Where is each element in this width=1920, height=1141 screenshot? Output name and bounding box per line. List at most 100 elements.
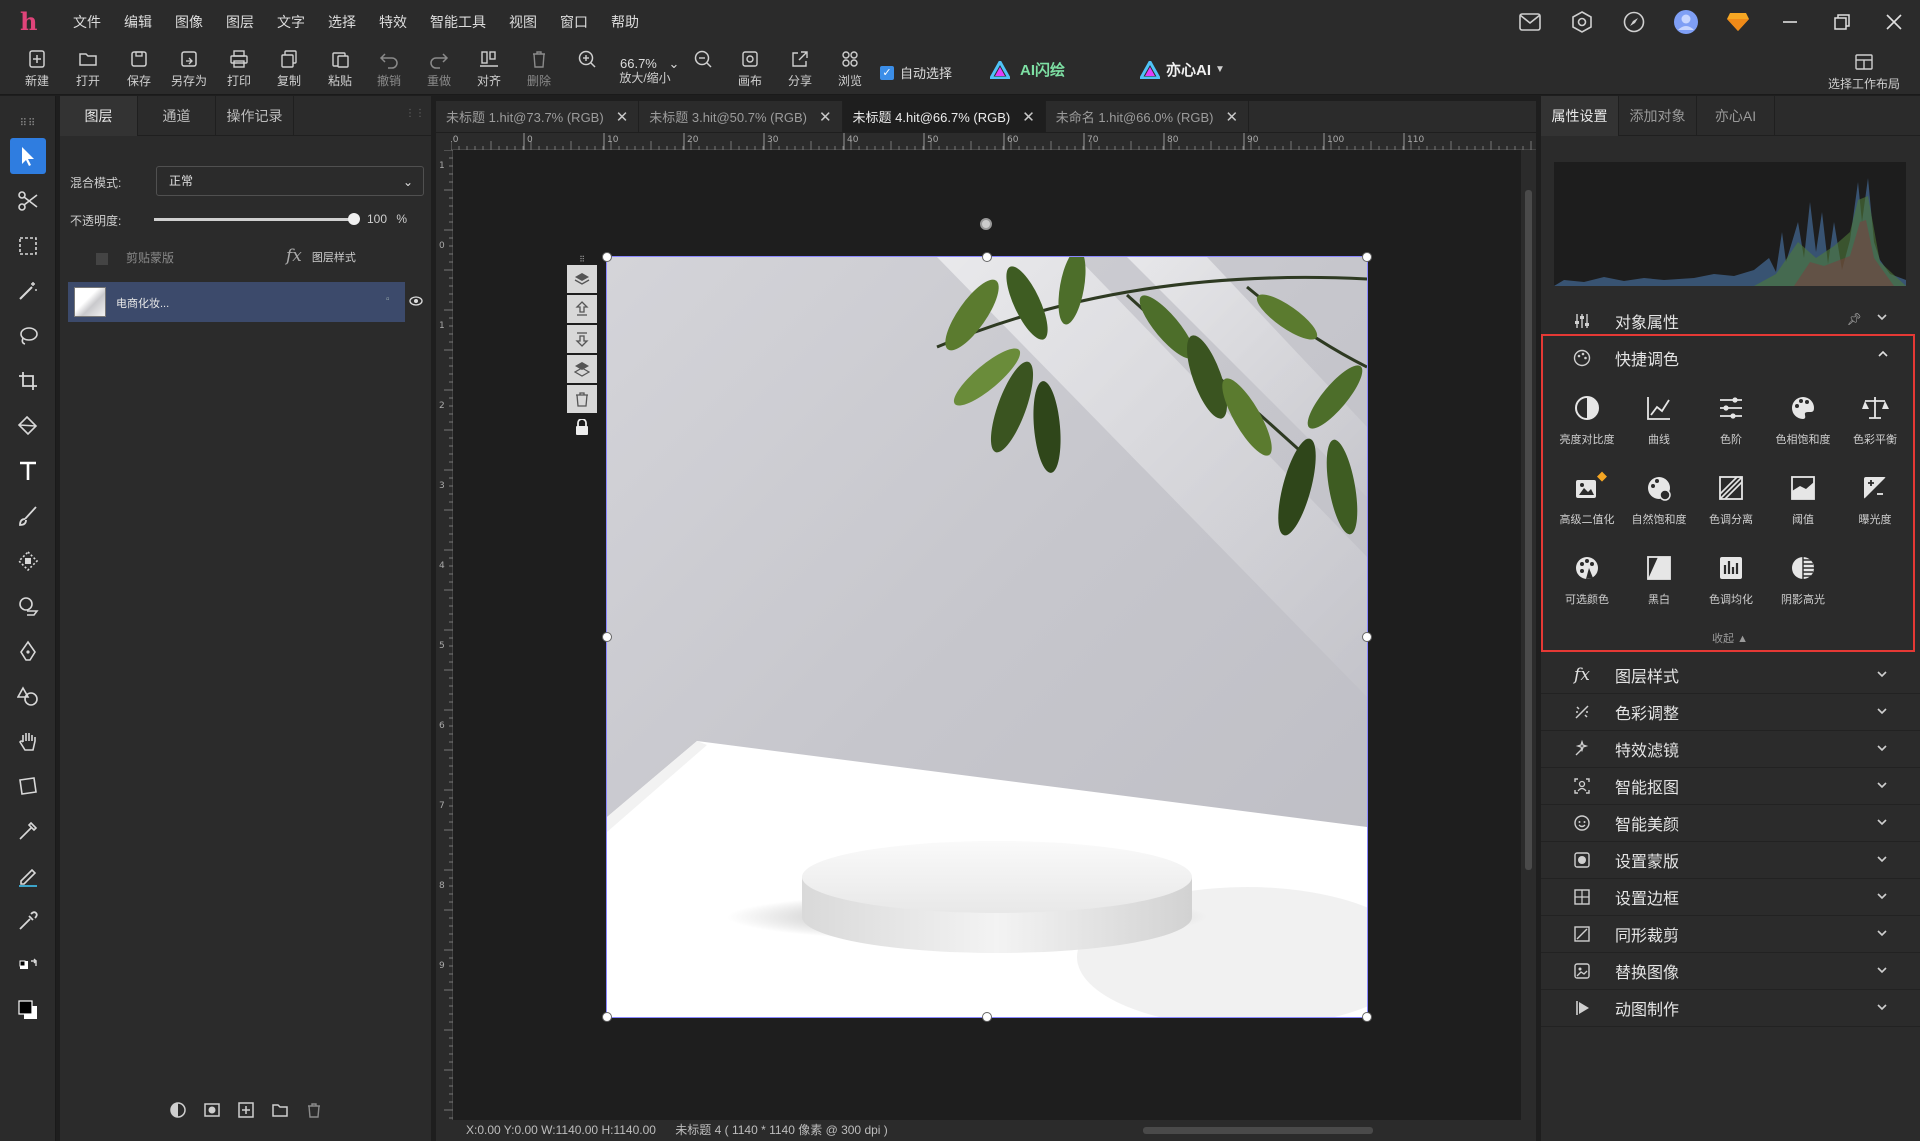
chevron-down-icon[interactable] <box>1876 927 1888 942</box>
new-button[interactable]: 新建 <box>14 49 60 93</box>
fill-bucket-tool-icon[interactable] <box>10 408 46 444</box>
pin-icon[interactable]: 📌︎ <box>1847 312 1862 326</box>
add-mask-icon[interactable] <box>203 1101 221 1119</box>
copy-button[interactable]: 复制 <box>266 49 312 93</box>
drag-grip-icon[interactable]: ⠿ <box>567 255 597 265</box>
opacity-slider[interactable] <box>154 213 360 225</box>
doc-tab[interactable]: 未标题 3.hit@50.7% (RGB) ✕ <box>639 101 843 132</box>
doc-tab[interactable]: 未命名 1.hit@66.0% (RGB) ✕ <box>1046 101 1250 132</box>
shape-tool-icon[interactable] <box>10 678 46 714</box>
eraser-tool-icon[interactable] <box>10 588 46 624</box>
quick-brightness-contrast[interactable]: 亮度对比度 <box>1551 394 1623 464</box>
quick-advanced-binarize[interactable]: ◆ 高级二值化 <box>1551 468 1623 544</box>
section-filter[interactable]: 特效滤镜 <box>1541 731 1920 768</box>
workspace-layout-button[interactable]: 选择工作布局 <box>1820 52 1908 96</box>
chevron-down-icon[interactable] <box>1876 890 1888 905</box>
quick-threshold[interactable]: 阈值 <box>1767 474 1839 544</box>
settings-icon[interactable] <box>1556 0 1608 43</box>
tab-properties[interactable]: 属性设置 <box>1541 96 1619 136</box>
quick-tone-header[interactable]: 快捷调色 <box>1543 336 1913 380</box>
swap-colors-icon[interactable] <box>10 948 46 984</box>
quick-vibrance[interactable]: 自然饱和度 <box>1623 474 1695 544</box>
quick-black-white[interactable]: 黑白 <box>1623 554 1695 624</box>
opacity-slider-knob[interactable] <box>348 213 360 225</box>
doc-tab-active[interactable]: 未标题 4.hit@66.7% (RGB) ✕ <box>842 101 1046 132</box>
section-cutout[interactable]: 智能抠图 <box>1541 768 1920 805</box>
avatar[interactable] <box>1660 0 1712 43</box>
resize-handle[interactable] <box>982 252 992 262</box>
quick-hue-saturation[interactable]: 色相饱和度 <box>1767 394 1839 464</box>
section-border[interactable]: 设置边框 <box>1541 879 1920 916</box>
panel-grip-icon[interactable]: ⋮⋮ <box>405 108 425 119</box>
menu-edit[interactable]: 编辑 <box>124 12 152 32</box>
brush-tool-icon[interactable] <box>10 498 46 534</box>
layer-item-selected[interactable]: 电商化妆... ▫ <box>68 282 405 322</box>
close-tab-icon[interactable]: ✕ <box>1225 108 1238 126</box>
chevron-down-icon[interactable] <box>1876 705 1888 720</box>
layer-style-button[interactable]: fx 图层样式 <box>286 246 356 266</box>
doc-tab[interactable]: 未标题 1.hit@73.7% (RGB) ✕ <box>436 101 640 132</box>
scrollbar-thumb[interactable] <box>1525 190 1532 870</box>
print-button[interactable]: 打印 <box>216 49 262 93</box>
menu-window[interactable]: 窗口 <box>560 12 588 32</box>
section-mask[interactable]: 设置蒙版 <box>1541 842 1920 879</box>
zoom-out-button[interactable] <box>680 49 726 93</box>
quick-exposure[interactable]: 曝光度 <box>1839 474 1911 544</box>
tab-history[interactable]: 操作记录 <box>216 96 294 136</box>
scrollbar-thumb[interactable] <box>1143 1127 1373 1134</box>
bring-forward-icon[interactable] <box>567 295 597 323</box>
pattern-stamp-tool-icon[interactable] <box>10 543 46 579</box>
quick-shadow-highlight[interactable]: 阴影高光 <box>1767 554 1839 624</box>
menu-text[interactable]: 文字 <box>277 12 305 32</box>
section-replace-image[interactable]: 替换图像 <box>1541 953 1920 990</box>
paste-button[interactable]: 粘贴 <box>317 49 363 93</box>
menu-select[interactable]: 选择 <box>328 12 356 32</box>
resize-handle[interactable] <box>1362 632 1372 642</box>
quick-selective-color[interactable]: 可选颜色 <box>1551 554 1623 624</box>
ai-paint-button[interactable]: AI闪绘 <box>990 59 1065 80</box>
auto-select-checkbox[interactable]: ✓ 自动选择 <box>880 63 952 82</box>
undo-button[interactable]: 撤销 <box>366 49 412 93</box>
color-swatch-icon[interactable] <box>10 992 46 1028</box>
tab-add-object[interactable]: 添加对象 <box>1619 96 1697 136</box>
horizontal-scrollbar[interactable] <box>1003 1124 1513 1137</box>
chevron-down-icon[interactable] <box>1876 742 1888 757</box>
yixin-ai-button[interactable]: 亦心AI ▼ <box>1140 59 1225 80</box>
document-image[interactable] <box>606 256 1368 1018</box>
chevron-down-icon[interactable] <box>1876 964 1888 979</box>
eye-visibility-icon[interactable] <box>409 294 423 309</box>
healing-brush-tool-icon[interactable] <box>10 813 46 849</box>
chevron-down-icon[interactable] <box>1876 853 1888 868</box>
chevron-down-icon[interactable] <box>1876 1001 1888 1016</box>
clip-mask-button[interactable]: 剪贴蒙版 <box>96 249 174 266</box>
redo-button[interactable]: 重做 <box>416 49 462 93</box>
menu-image[interactable]: 图像 <box>175 12 203 32</box>
text-tool-icon[interactable] <box>10 453 46 489</box>
layer-stack-icon[interactable] <box>567 265 597 293</box>
lasso-tool-icon[interactable] <box>10 318 46 354</box>
section-animation[interactable]: 动图制作 <box>1541 990 1920 1027</box>
zoom-in-button[interactable] <box>564 49 610 93</box>
section-beauty[interactable]: 智能美颜 <box>1541 805 1920 842</box>
menu-help[interactable]: 帮助 <box>611 12 639 32</box>
eyedropper-tool-icon[interactable] <box>10 903 46 939</box>
menu-smart-tools[interactable]: 智能工具 <box>430 12 486 32</box>
resize-handle[interactable] <box>602 632 612 642</box>
tab-yixin-ai[interactable]: 亦心AI <box>1697 96 1775 136</box>
close-icon[interactable] <box>1868 0 1920 43</box>
mail-icon[interactable] <box>1504 0 1556 43</box>
share-button[interactable]: 分享 <box>777 49 823 93</box>
chevron-down-icon[interactable] <box>1876 816 1888 831</box>
drag-grip-icon[interactable]: ⠿⠿ <box>0 118 56 132</box>
section-fx[interactable]: fx 图层样式 <box>1541 657 1920 694</box>
open-button[interactable]: 打开 <box>65 49 111 93</box>
canvas-workspace[interactable]: ⠿ <box>453 151 1521 1118</box>
restore-icon[interactable] <box>1816 0 1868 43</box>
canvas-button[interactable]: 画布 <box>727 49 773 93</box>
section-color-adjust[interactable]: 色彩调整 <box>1541 694 1920 731</box>
new-group-folder-icon[interactable] <box>271 1101 289 1119</box>
chevron-down-icon[interactable] <box>1876 668 1888 683</box>
adjustment-layer-icon[interactable] <box>169 1101 187 1119</box>
layer-order-icon[interactable] <box>567 355 597 383</box>
close-tab-icon[interactable]: ✕ <box>1022 108 1035 126</box>
